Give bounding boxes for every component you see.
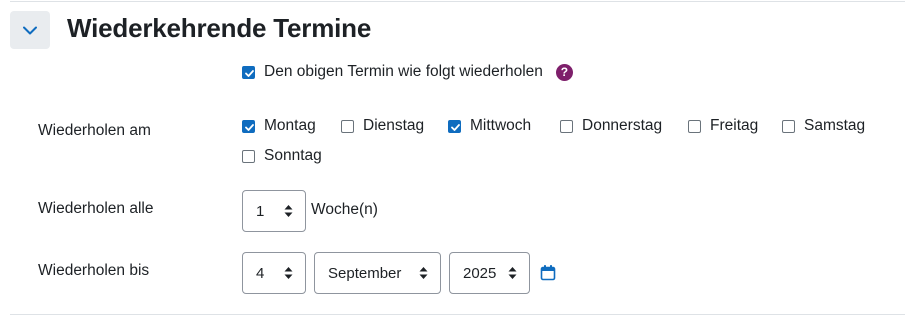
day-option-sunday[interactable]: Sonntag xyxy=(242,146,322,166)
select-caret-icon xyxy=(508,267,517,279)
monday-label: Montag xyxy=(264,117,316,134)
repeat-on-label: Wiederholen am xyxy=(38,122,151,139)
until-day-select[interactable]: 4 xyxy=(242,252,306,294)
saturday-label: Samstag xyxy=(804,117,866,134)
sunday-checkbox[interactable] xyxy=(242,149,255,163)
repeat-interval-select[interactable]: 1 xyxy=(242,190,306,232)
saturday-checkbox[interactable] xyxy=(782,119,795,133)
chevron-down-icon xyxy=(23,26,37,34)
until-month-value: September xyxy=(328,264,402,282)
tuesday-checkbox[interactable] xyxy=(341,119,354,133)
sunday-label: Sonntag xyxy=(264,147,322,164)
day-option-friday[interactable]: Freitag xyxy=(688,116,758,136)
repeat-interval-unit: Woche(n) xyxy=(311,201,378,218)
repeat-interval-value: 1 xyxy=(256,202,265,220)
until-year-value: 2025 xyxy=(463,264,497,282)
wednesday-checkbox[interactable] xyxy=(448,119,461,133)
day-option-monday[interactable]: Montag xyxy=(242,116,316,136)
friday-label: Freitag xyxy=(710,117,759,134)
thursday-checkbox[interactable] xyxy=(560,119,573,133)
friday-checkbox[interactable] xyxy=(688,119,701,133)
help-icon[interactable]: ? xyxy=(555,63,573,81)
repeat-event-option[interactable]: Den obigen Termin wie folgt wiederholen … xyxy=(242,62,573,82)
day-option-thursday[interactable]: Donnerstag xyxy=(560,116,662,136)
wednesday-label: Mittwoch xyxy=(470,117,532,134)
until-year-select[interactable]: 2025 xyxy=(449,252,530,294)
until-month-select[interactable]: September xyxy=(314,252,441,294)
day-option-saturday[interactable]: Samstag xyxy=(782,116,865,136)
monday-checkbox[interactable] xyxy=(242,119,255,133)
select-caret-icon xyxy=(284,267,293,279)
calendar-icon[interactable] xyxy=(540,264,556,281)
repeat-checkbox[interactable] xyxy=(242,65,255,79)
repeat-until-label: Wiederholen bis xyxy=(38,262,150,279)
tuesday-label: Dienstag xyxy=(363,117,425,134)
thursday-label: Donnerstag xyxy=(582,117,663,134)
day-option-wednesday[interactable]: Mittwoch xyxy=(448,116,531,136)
repeat-every-label: Wiederholen alle xyxy=(38,200,154,217)
select-caret-icon xyxy=(419,267,428,279)
select-caret-icon xyxy=(284,205,293,217)
top-divider xyxy=(10,1,905,2)
collapse-section-button[interactable] xyxy=(10,11,50,49)
day-option-tuesday[interactable]: Dienstag xyxy=(341,116,424,136)
until-day-value: 4 xyxy=(256,264,265,282)
section-title: Wiederkehrende Termine xyxy=(67,13,372,43)
repeat-checkbox-label: Den obigen Termin wie folgt wiederholen xyxy=(264,63,543,80)
bottom-divider xyxy=(10,314,905,315)
